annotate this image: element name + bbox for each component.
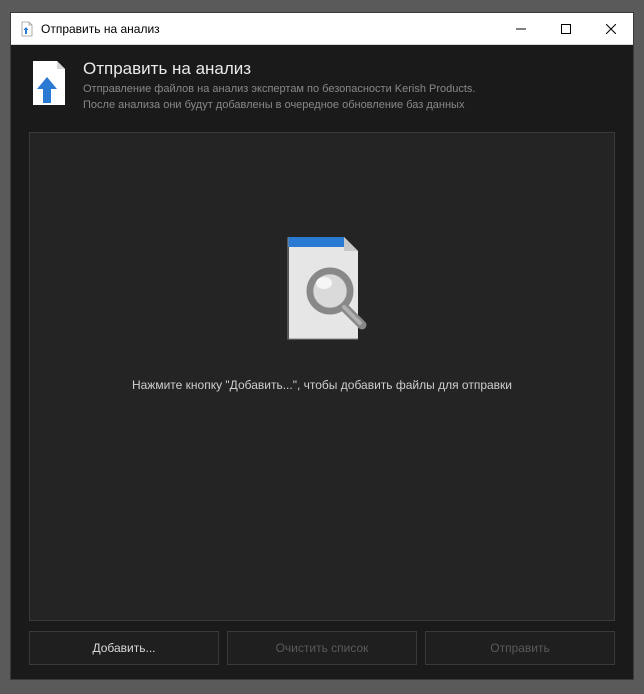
window-controls (498, 13, 633, 44)
clear-list-button[interactable]: Очистить список (227, 631, 417, 665)
search-document-icon (274, 233, 370, 348)
titlebar: Отправить на анализ (11, 13, 633, 45)
footer-buttons: Добавить... Очистить список Отправить (11, 621, 633, 679)
upload-file-icon (29, 59, 69, 114)
page-subtitle-2: После анализа они будут добавлены в очер… (83, 98, 475, 114)
header: Отправить на анализ Отправление файлов н… (11, 45, 633, 132)
add-button[interactable]: Добавить... (29, 631, 219, 665)
maximize-button[interactable] (543, 13, 588, 44)
page-subtitle-1: Отправление файлов на анализ экспертам п… (83, 82, 475, 98)
file-list-panel: Нажмите кнопку "Добавить...", чтобы доба… (29, 132, 615, 621)
window-title: Отправить на анализ (41, 22, 498, 36)
app-icon (19, 21, 35, 37)
page-title: Отправить на анализ (83, 59, 475, 79)
close-button[interactable] (588, 13, 633, 44)
empty-list-message: Нажмите кнопку "Добавить...", чтобы доба… (132, 378, 512, 392)
send-button[interactable]: Отправить (425, 631, 615, 665)
header-text: Отправить на анализ Отправление файлов н… (83, 59, 475, 114)
minimize-button[interactable] (498, 13, 543, 44)
app-window: Отправить на анализ (10, 12, 634, 680)
